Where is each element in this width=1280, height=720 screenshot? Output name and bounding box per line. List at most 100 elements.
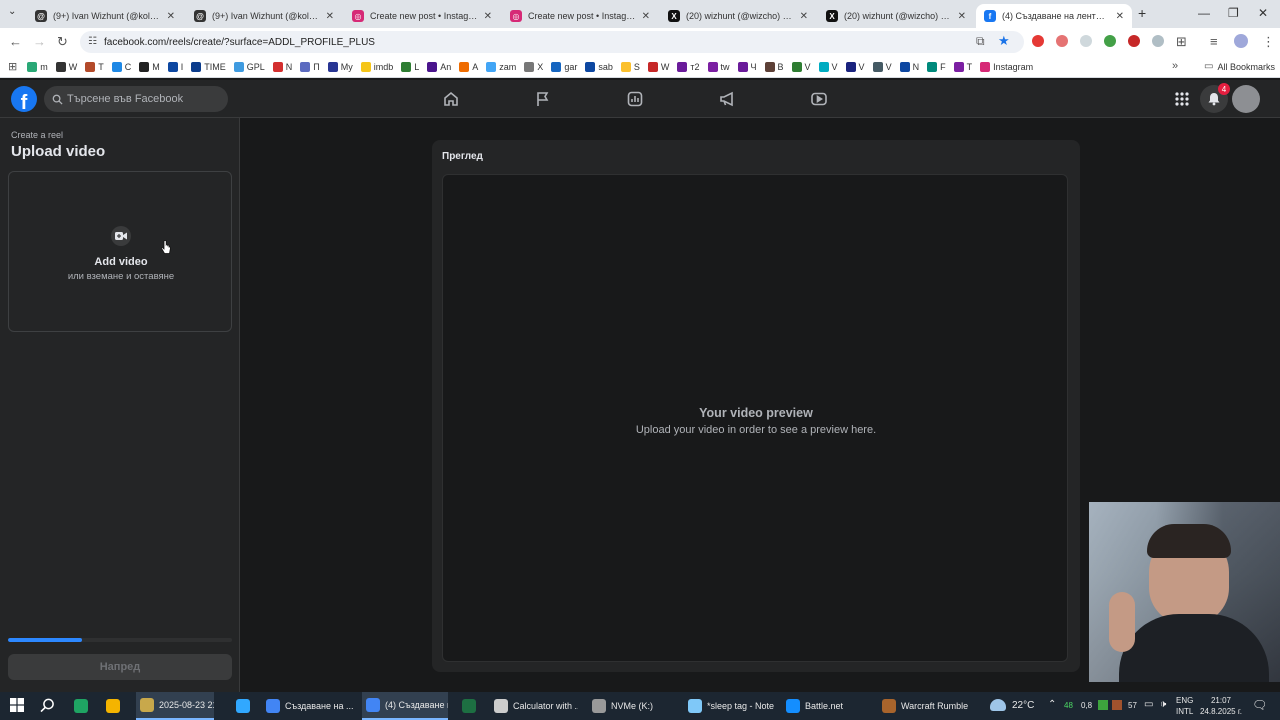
opera-extension-icon[interactable] <box>1032 35 1044 47</box>
network-icon[interactable]: ▭ <box>1144 699 1153 710</box>
tab-search-icon[interactable]: ⌄ <box>8 6 16 17</box>
pages-flag-icon[interactable] <box>534 90 552 108</box>
kebab-menu-icon[interactable]: ⋮ <box>1262 34 1275 50</box>
browser-tab[interactable]: ◎ Create new post • Instagram ✕ <box>344 4 500 28</box>
windows-start-icon[interactable] <box>10 698 24 717</box>
taskbar-app[interactable]: NVMe (K:) <box>588 692 676 720</box>
shield-extension-icon[interactable] <box>1152 35 1164 47</box>
site-info-icon[interactable]: ☷ <box>88 36 97 47</box>
bookmark-item[interactable]: m <box>27 61 48 72</box>
dashboard-icon[interactable] <box>626 90 644 108</box>
restore-icon[interactable]: ❐ <box>1228 6 1239 20</box>
reading-list-icon[interactable]: ≡ <box>1210 34 1218 49</box>
bookmark-item[interactable]: My <box>327 61 353 72</box>
bookmark-item[interactable]: V <box>818 61 838 72</box>
taskbar-app[interactable]: Calculator with ... <box>490 692 578 720</box>
bookmark-item[interactable]: F <box>927 61 946 72</box>
bookmark-item[interactable]: N <box>272 61 292 72</box>
bookmark-item[interactable]: N <box>899 61 919 72</box>
puzzle-icon[interactable]: ⊞ <box>1176 34 1187 50</box>
bookmark-item[interactable]: V <box>872 61 892 72</box>
bookmark-item[interactable]: gar <box>551 61 577 72</box>
close-tab-icon[interactable]: ✕ <box>326 11 334 22</box>
extension-icon[interactable] <box>1128 35 1140 47</box>
browser-tab[interactable]: @ (9+) Ivan Wizhunt (@kolewow) ✕ <box>186 4 342 28</box>
bookmark-item[interactable]: M <box>139 61 160 72</box>
volume-icon[interactable]: 🕩 <box>1160 699 1166 710</box>
bookmark-item[interactable]: I <box>167 61 183 72</box>
bookmark-star-icon[interactable]: ★ <box>998 33 1010 49</box>
bookmark-item[interactable]: sab <box>585 61 613 72</box>
close-tab-icon[interactable]: ✕ <box>484 11 492 22</box>
browser-tab[interactable]: X (20) wizhunt (@wizcho) / X ✕ <box>660 4 816 28</box>
close-window-icon[interactable]: ✕ <box>1258 6 1268 20</box>
install-app-icon[interactable]: ⧉ <box>976 34 985 49</box>
close-tab-icon[interactable]: ✕ <box>1116 11 1124 22</box>
search-icon[interactable] <box>40 698 55 718</box>
bookmark-item[interactable]: zam <box>486 61 516 72</box>
video-icon[interactable] <box>810 90 828 108</box>
browser-tab[interactable]: X (20) wizhunt (@wizcho) / X ✕ <box>818 4 974 28</box>
bookmark-item[interactable]: т2 <box>677 61 700 72</box>
bookmark-item[interactable]: A <box>459 61 478 72</box>
menu-grid-icon[interactable] <box>1168 85 1196 113</box>
taskbar-app[interactable] <box>458 692 484 720</box>
all-bookmarks-button[interactable]: ▭ All Bookmarks <box>1204 61 1275 72</box>
bookmark-item[interactable]: Ч <box>737 61 757 72</box>
bookmark-item[interactable]: T <box>85 61 104 72</box>
taskbar-app[interactable]: Създаване на ... <box>262 692 354 720</box>
bookmark-item[interactable]: П <box>300 61 320 72</box>
new-tab-button[interactable]: + <box>1138 5 1146 21</box>
bookmark-item[interactable]: L <box>401 61 419 72</box>
facebook-search-input[interactable] <box>67 93 217 105</box>
close-tab-icon[interactable]: ✕ <box>800 11 808 22</box>
video-drop-zone[interactable]: Add video или вземане и оставяне <box>8 171 232 332</box>
back-icon[interactable]: ← <box>9 34 22 49</box>
taskbar-app[interactable]: 2025-08-23 21-0... <box>136 692 214 720</box>
browser-tab[interactable]: f (4) Създаване на лента | Facebook ✕ <box>976 4 1132 28</box>
close-tab-icon[interactable]: ✕ <box>642 11 650 22</box>
bookmark-item[interactable]: An <box>427 61 451 72</box>
taskbar-app[interactable]: *sleep tag - Note... <box>684 692 774 720</box>
adblock-extension-icon[interactable] <box>1056 35 1068 47</box>
bookmark-item[interactable]: TIME <box>191 61 226 72</box>
ads-megaphone-icon[interactable] <box>718 90 736 108</box>
bookmark-item[interactable]: C <box>111 61 131 72</box>
bookmark-item[interactable]: T <box>953 61 972 72</box>
facebook-logo-icon[interactable]: f <box>11 86 37 112</box>
bookmark-item[interactable]: GPL <box>233 61 265 72</box>
forward-icon[interactable]: → <box>33 34 46 49</box>
browser-tab[interactable]: @ (9+) Ivan Wizhunt (@kolewow) ✕ <box>27 4 183 28</box>
taskbar-app[interactable] <box>70 692 96 720</box>
taskbar-app[interactable] <box>232 692 256 720</box>
bookmark-item[interactable]: imdb <box>360 61 393 72</box>
taskbar-app[interactable]: Warcraft Rumble <box>878 692 974 720</box>
tray-app-icon[interactable] <box>1098 700 1108 710</box>
bookmark-item[interactable]: Instagram <box>980 61 1033 72</box>
profile-avatar-icon[interactable] <box>1234 34 1248 48</box>
apps-grid-icon[interactable]: ⊞ <box>8 60 17 73</box>
taskbar-app[interactable]: (4) Създаване н... <box>362 692 448 720</box>
clock-time[interactable]: 21:07 <box>1200 696 1242 705</box>
bookmark-item[interactable]: W <box>55 61 77 72</box>
browser-tab[interactable]: ◎ Create new post • Instagram ✕ <box>502 4 658 28</box>
tray-expand-icon[interactable]: ⌃ <box>1048 699 1056 710</box>
extension-icon[interactable] <box>1104 35 1116 47</box>
bookmark-item[interactable]: X <box>524 61 543 72</box>
weather-cloud-icon[interactable] <box>990 699 1006 711</box>
bookmark-item[interactable]: V <box>791 61 811 72</box>
address-bar[interactable]: ☷ facebook.com/reels/create/?surface=ADD… <box>80 31 1024 53</box>
taskbar-app[interactable]: Battle.net <box>782 692 870 720</box>
tray-app-icon[interactable] <box>1112 700 1122 710</box>
bookmark-item[interactable]: tw <box>707 61 730 72</box>
minimize-icon[interactable]: — <box>1198 6 1210 20</box>
bookmark-item[interactable]: V <box>845 61 865 72</box>
bookmark-item[interactable]: B <box>764 61 784 72</box>
reload-icon[interactable]: ↻ <box>57 34 68 50</box>
bookmark-item[interactable]: S <box>620 61 640 72</box>
next-button[interactable]: Напред <box>8 654 232 680</box>
taskbar-app[interactable] <box>102 692 128 720</box>
bookmark-item[interactable]: W <box>647 61 669 72</box>
facebook-search[interactable] <box>44 86 228 112</box>
more-bookmarks-icon[interactable]: » <box>1172 60 1178 72</box>
